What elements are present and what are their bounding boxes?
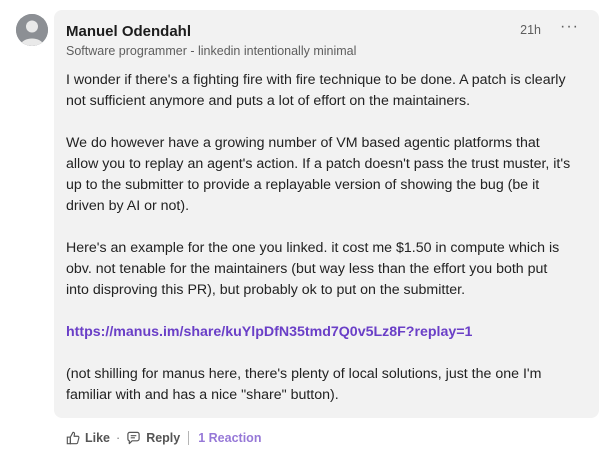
- comment-timestamp: 21h: [520, 23, 541, 37]
- comment-paragraph: (not shilling for manus here, there's pl…: [66, 366, 542, 403]
- thumbs-up-icon: [66, 431, 80, 445]
- reactions-count[interactable]: 1 Reaction: [198, 431, 261, 445]
- like-label: Like: [85, 431, 111, 445]
- comment-link-paragraph: https://manus.im/share/kuYlpDfN35tmd7Q0v…: [66, 322, 571, 343]
- comment-bubble: Manuel Odendahl Software programmer - li…: [54, 10, 599, 418]
- comment-body: I wonder if there's a fighting fire with…: [66, 70, 571, 427]
- author-name[interactable]: Manuel Odendahl: [66, 23, 191, 40]
- separator-dot: ·: [116, 431, 121, 445]
- reply-button[interactable]: Reply: [126, 431, 180, 445]
- action-divider: [188, 431, 190, 445]
- like-button[interactable]: Like: [66, 431, 110, 445]
- more-options-icon[interactable]: ···: [560, 18, 579, 36]
- avatar[interactable]: [16, 14, 48, 46]
- reply-label: Reply: [146, 431, 181, 445]
- comment-actions: Like · Reply 1 Reaction: [66, 429, 261, 447]
- comment-paragraph: Here's an example for the one you linked…: [66, 240, 560, 298]
- person-silhouette-icon: [16, 14, 48, 46]
- comment-paragraph: I wonder if there's a fighting fire with…: [66, 72, 566, 109]
- author-headline: Software programmer - linkedin intention…: [66, 44, 357, 58]
- comment-paragraph: We do however have a growing number of V…: [66, 135, 571, 214]
- speech-bubble-icon: [127, 431, 140, 445]
- replay-link[interactable]: https://manus.im/share/kuYlpDfN35tmd7Q0v…: [66, 324, 472, 340]
